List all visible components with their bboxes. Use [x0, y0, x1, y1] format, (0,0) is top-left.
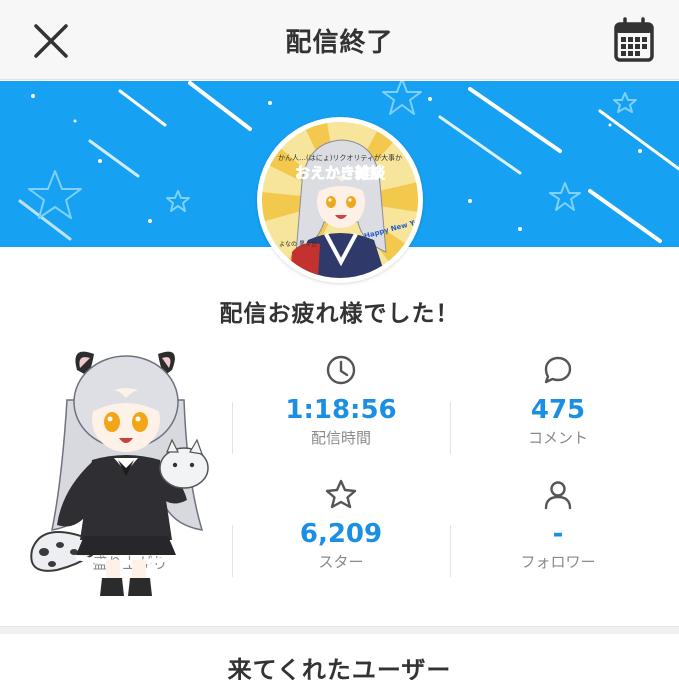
- stat-comments-label: コメント: [527, 429, 588, 447]
- calendar-button[interactable]: [608, 14, 660, 66]
- stream-finished-message: 配信お疲れ様でした！: [219, 301, 460, 327]
- stat-stars-label: スター: [318, 553, 364, 571]
- stat-stars-value: 6,209: [299, 519, 383, 549]
- star-icon: [325, 479, 357, 509]
- art-top-text: かん人…(はにょ)リクオリティが大事か: [278, 153, 402, 162]
- stats-divider: [450, 525, 451, 577]
- art-corner-text: よなの 黒々性: [279, 240, 317, 248]
- comment-icon: [544, 356, 572, 384]
- stat-duration-label: 配信時間: [310, 429, 371, 447]
- section-divider: [0, 626, 679, 634]
- snow-leopard-girl-illustration: [30, 351, 209, 596]
- top-bar: 配信終了: [0, 0, 679, 80]
- calendar-icon: [614, 17, 654, 62]
- stat-followers-label: フォロワー: [520, 553, 596, 571]
- stream-thumbnail-avatar: かん人…(はにょ)リクオリティが大事か おえかき雑談 Happy New Yea…: [257, 117, 423, 283]
- user-icon: [544, 481, 572, 510]
- stats-divider: [232, 525, 233, 577]
- mascot-character: [22, 340, 232, 600]
- stat-duration: 1:18:56 配信時間: [241, 353, 441, 447]
- stat-stars: 6,209 スター: [241, 477, 441, 571]
- art-title-text: おえかき雑談: [295, 164, 386, 182]
- stat-comments-value: 475: [530, 395, 586, 425]
- clock-icon: [326, 355, 356, 385]
- page-title: 配信終了: [285, 28, 394, 58]
- stats-divider: [450, 402, 451, 454]
- thumbnail-illustration: かん人…(はにょ)リクオリティが大事か おえかき雑談 Happy New Yea…: [262, 122, 418, 278]
- visitors-section-title: 来てくれたユーザー: [227, 656, 452, 680]
- stat-followers-value: -: [552, 519, 564, 549]
- stats-divider: [232, 402, 233, 454]
- stat-comments: 475 コメント: [458, 353, 658, 447]
- stat-followers: - フォロワー: [458, 477, 658, 571]
- stat-duration-value: 1:18:56: [285, 395, 397, 425]
